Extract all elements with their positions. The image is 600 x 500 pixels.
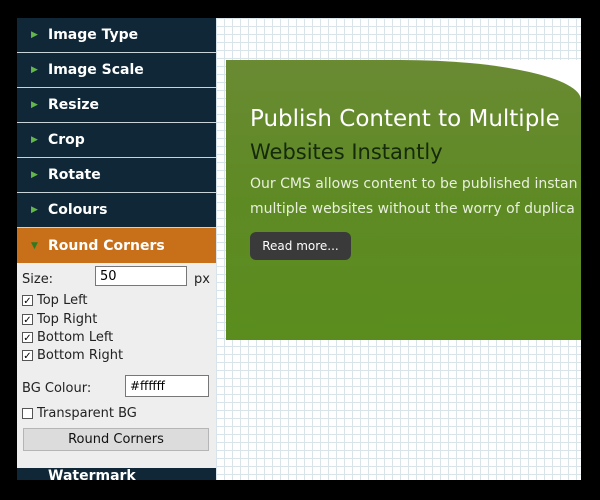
- size-input[interactable]: [95, 266, 187, 286]
- preview-canvas: Publish Content to Multiple Websites Ins…: [216, 18, 581, 480]
- checkbox-label: Bottom Right: [37, 348, 124, 363]
- sidebar-item-image-scale[interactable]: ▶ Image Scale: [17, 53, 216, 88]
- size-label: Size:: [22, 272, 54, 287]
- preview-image: Publish Content to Multiple Websites Ins…: [226, 60, 581, 340]
- check-icon[interactable]: ✓: [22, 314, 33, 326]
- triangle-right-icon: ▶: [31, 135, 38, 145]
- size-unit-label: px: [194, 272, 210, 287]
- checkbox-empty[interactable]: [22, 408, 33, 419]
- sidebar-item-label: Image Type: [48, 27, 139, 43]
- round-corners-panel: Size: px ✓ Top Left ✓ Top Right ✓ Bottom…: [17, 263, 216, 468]
- triangle-down-icon: ▼: [31, 240, 38, 251]
- checkbox-bottom-right[interactable]: ✓ Bottom Right: [22, 348, 123, 363]
- sidebar-item-round-corners[interactable]: ▼ Round Corners: [17, 228, 216, 263]
- sidebar: ▶ Image Type ▶ Image Scale ▶ Resize ▶ Cr…: [17, 18, 216, 480]
- sidebar-item-watermark[interactable]: Watermark: [17, 468, 216, 480]
- sidebar-item-crop[interactable]: ▶ Crop: [17, 123, 216, 158]
- checkbox-label: Bottom Left: [37, 330, 114, 345]
- sidebar-item-label: Image Scale: [48, 62, 144, 78]
- bg-colour-input[interactable]: [125, 375, 209, 397]
- read-more-button: Read more...: [250, 232, 351, 260]
- app-window: ▶ Image Type ▶ Image Scale ▶ Resize ▶ Cr…: [17, 18, 581, 480]
- checkbox-transparent-bg[interactable]: Transparent BG: [22, 406, 137, 421]
- sidebar-item-label: Rotate: [48, 167, 101, 183]
- checkbox-bottom-left[interactable]: ✓ Bottom Left: [22, 330, 113, 345]
- triangle-right-icon: ▶: [31, 205, 38, 215]
- checkbox-label: Top Right: [37, 312, 98, 327]
- check-icon[interactable]: ✓: [22, 350, 33, 362]
- sidebar-item-rotate[interactable]: ▶ Rotate: [17, 158, 216, 193]
- triangle-right-icon: ▶: [31, 100, 38, 110]
- triangle-right-icon: ▶: [31, 170, 38, 180]
- check-icon[interactable]: ✓: [22, 295, 33, 307]
- sidebar-item-label: Crop: [48, 132, 85, 148]
- triangle-right-icon: ▶: [31, 65, 38, 75]
- check-icon[interactable]: ✓: [22, 332, 33, 344]
- sidebar-item-label: Round Corners: [48, 237, 165, 254]
- round-corners-button[interactable]: Round Corners: [23, 428, 209, 451]
- checkbox-label: Transparent BG: [37, 406, 137, 421]
- sidebar-item-image-type[interactable]: ▶ Image Type: [17, 18, 216, 53]
- checkbox-label: Top Left: [37, 293, 88, 308]
- banner-body-line: Our CMS allows content to be published i…: [250, 176, 578, 192]
- sidebar-item-colours[interactable]: ▶ Colours: [17, 193, 216, 228]
- sidebar-item-resize[interactable]: ▶ Resize: [17, 88, 216, 123]
- checkbox-top-left[interactable]: ✓ Top Left: [22, 293, 88, 308]
- bg-colour-label: BG Colour:: [22, 381, 92, 396]
- banner-headline: Publish Content to Multiple: [250, 106, 560, 132]
- sidebar-item-label: Resize: [48, 97, 100, 113]
- triangle-right-icon: ▶: [31, 30, 38, 40]
- sidebar-item-label: Colours: [48, 202, 108, 218]
- banner-background: [226, 60, 581, 340]
- banner-body-line: multiple websites without the worry of d…: [250, 201, 575, 217]
- checkbox-top-right[interactable]: ✓ Top Right: [22, 312, 97, 327]
- banner-subheadline: Websites Instantly: [250, 140, 443, 164]
- sidebar-item-label: Watermark: [48, 468, 136, 480]
